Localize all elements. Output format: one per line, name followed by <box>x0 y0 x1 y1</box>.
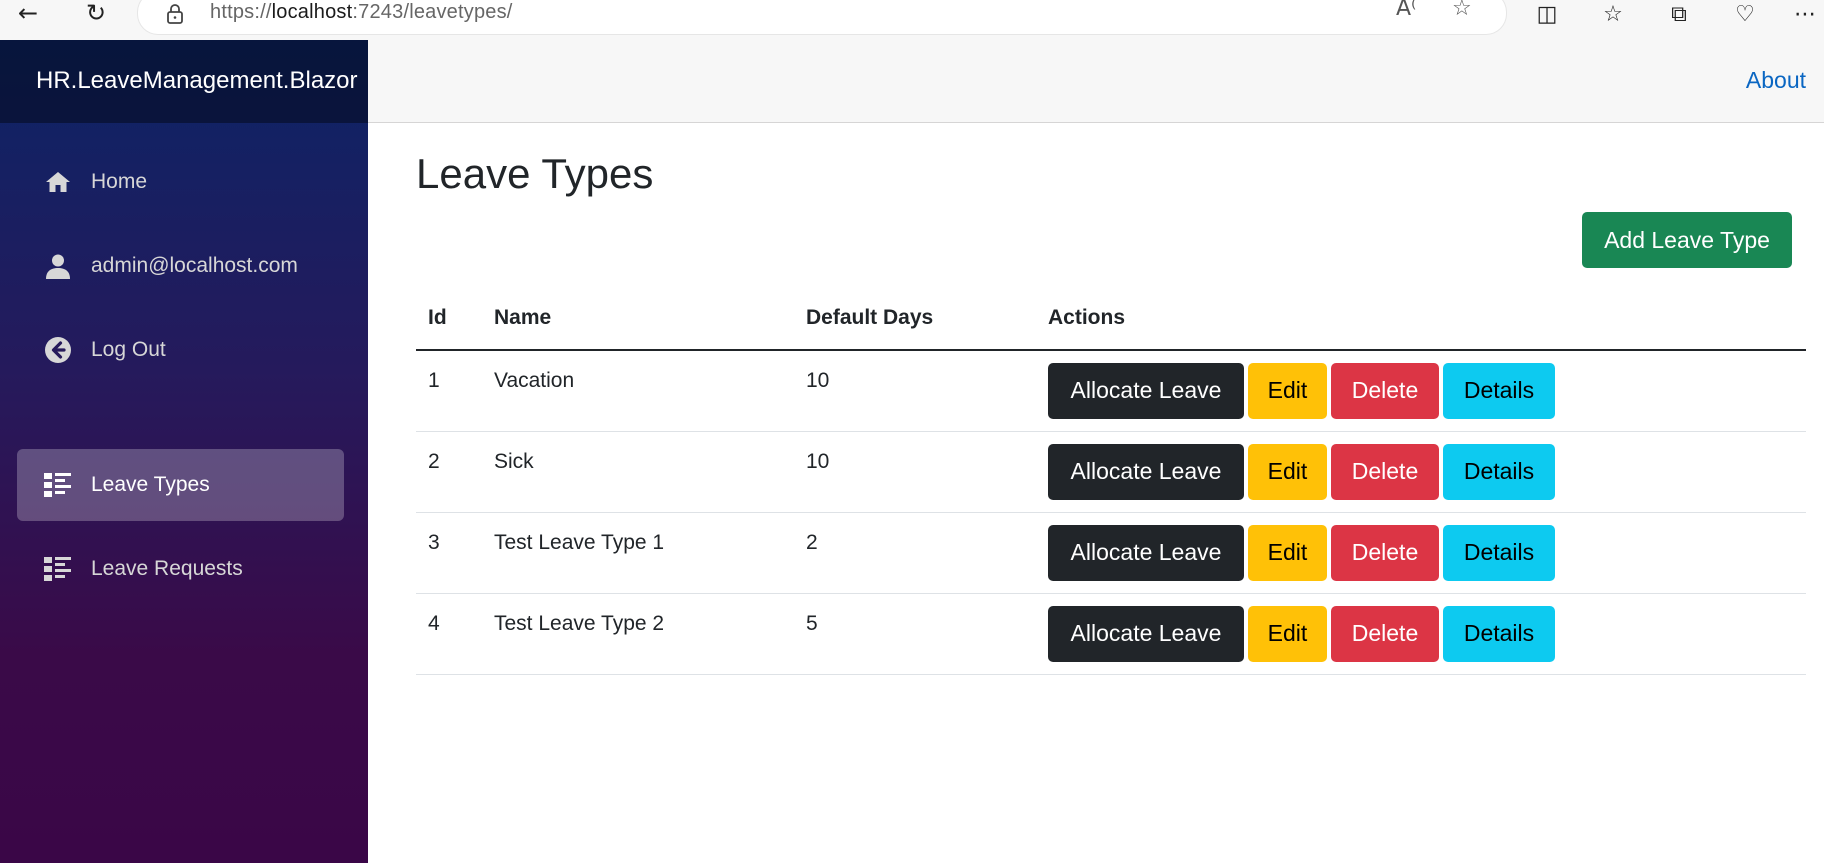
header-actions: Actions <box>1036 286 1806 351</box>
cell-default-days: 2 <box>794 512 1036 594</box>
cell-name: Vacation <box>482 350 794 432</box>
sidebar-item-label: Home <box>91 170 148 193</box>
brand-link[interactable]: HR.LeaveManagement.Blazor <box>36 67 358 95</box>
cell-id: 4 <box>416 593 482 675</box>
sidebar-item-label: Leave Types <box>91 473 210 496</box>
top-row: About <box>368 40 1824 123</box>
sidebar-item-user[interactable]: admin@localhost.com <box>17 230 344 302</box>
table-row: 3 Test Leave Type 1 2 Allocate Leave Edit… <box>416 512 1806 594</box>
details-button[interactable]: Details <box>1443 362 1555 419</box>
table-row: 2 Sick 10 Allocate Leave Edit Delete Detail… <box>416 431 1806 513</box>
sidebar-item-label: Log Out <box>91 338 166 361</box>
cell-name: Test Leave Type 2 <box>482 593 794 675</box>
header-id: Id <box>416 286 482 351</box>
sidebar-item-logout[interactable]: Log Out <box>17 314 344 386</box>
sidebar-item-leave-requests[interactable]: Leave Requests <box>17 533 344 605</box>
sidebar: HR.LeaveManagement.Blazor Home admin@loc… <box>0 40 368 863</box>
person-icon <box>39 253 77 279</box>
browser-essentials-icon[interactable]: ♡ <box>1730 0 1760 28</box>
cell-name: Sick <box>482 431 794 513</box>
split-screen-icon[interactable]: ◫ <box>1532 0 1562 28</box>
sidebar-item-label: Leave Requests <box>91 557 243 580</box>
sidebar-item-leave-types[interactable]: Leave Types <box>17 449 344 521</box>
allocate-leave-button[interactable]: Allocate Leave <box>1048 443 1244 500</box>
arrow-left-circle-icon <box>39 336 77 364</box>
cell-actions: Allocate Leave Edit Delete Details <box>1036 350 1806 432</box>
read-aloud-icon[interactable]: A⁽ <box>1396 0 1416 21</box>
home-icon <box>39 170 77 194</box>
refresh-icon[interactable]: ↻ <box>78 0 114 27</box>
table-row: 1 Vacation 10 Allocate Leave Edit Delete De… <box>416 350 1806 432</box>
page-title: Leave Types <box>416 150 654 197</box>
edit-button[interactable]: Edit <box>1248 443 1327 500</box>
sidebar-item-home[interactable]: Home <box>17 146 344 218</box>
list-rich-icon <box>39 557 77 581</box>
edit-button[interactable]: Edit <box>1248 524 1327 581</box>
list-rich-icon <box>39 473 77 497</box>
allocate-leave-button[interactable]: Allocate Leave <box>1048 362 1244 419</box>
url-text[interactable]: https://localhost:7243/leavetypes/ <box>210 1 513 24</box>
cell-actions: Allocate Leave Edit Delete Details <box>1036 431 1806 513</box>
table-header-row: Id Name Default Days Actions <box>416 286 1806 351</box>
delete-button[interactable]: Delete <box>1331 443 1439 500</box>
cell-default-days: 10 <box>794 350 1036 432</box>
header-name: Name <box>482 286 794 351</box>
lock-icon <box>167 4 183 24</box>
add-leave-type-button[interactable]: Add Leave Type <box>1582 212 1792 268</box>
leave-types-table: Id Name Default Days Actions 1 Vacation … <box>416 286 1806 675</box>
cell-actions: Allocate Leave Edit Delete Details <box>1036 593 1806 675</box>
cell-id: 2 <box>416 431 482 513</box>
cell-default-days: 5 <box>794 593 1036 675</box>
app-root: HR.LeaveManagement.Blazor Home admin@loc… <box>0 40 1824 863</box>
back-icon[interactable]: ← <box>10 0 46 27</box>
more-icon[interactable]: ⋯ <box>1790 0 1820 28</box>
about-link[interactable]: About <box>1746 67 1806 94</box>
favorite-star-icon[interactable]: ☆ <box>1452 0 1472 21</box>
allocate-leave-button[interactable]: Allocate Leave <box>1048 524 1244 581</box>
cell-actions: Allocate Leave Edit Delete Details <box>1036 512 1806 594</box>
cell-default-days: 10 <box>794 431 1036 513</box>
address-bar[interactable]: https://localhost:7243/leavetypes/ A⁽ ☆ <box>138 0 1506 34</box>
edit-button[interactable]: Edit <box>1248 362 1327 419</box>
edit-button[interactable]: Edit <box>1248 605 1327 662</box>
allocate-leave-button[interactable]: Allocate Leave <box>1048 605 1244 662</box>
collections-icon[interactable]: ⧉ <box>1664 0 1694 28</box>
delete-button[interactable]: Delete <box>1331 524 1439 581</box>
header-default-days: Default Days <box>794 286 1036 351</box>
delete-button[interactable]: Delete <box>1331 605 1439 662</box>
sidebar-item-label: admin@localhost.com <box>91 254 298 277</box>
details-button[interactable]: Details <box>1443 443 1555 500</box>
delete-button[interactable]: Delete <box>1331 362 1439 419</box>
favorites-icon[interactable]: ☆ <box>1598 0 1628 28</box>
cell-id: 1 <box>416 350 482 432</box>
cell-name: Test Leave Type 1 <box>482 512 794 594</box>
details-button[interactable]: Details <box>1443 605 1555 662</box>
details-button[interactable]: Details <box>1443 524 1555 581</box>
brand-bar: HR.LeaveManagement.Blazor <box>0 40 368 123</box>
cell-id: 3 <box>416 512 482 594</box>
browser-toolbar: ← ↻ https://localhost:7243/leavetypes/ A… <box>0 0 1824 40</box>
table-row: 4 Test Leave Type 2 5 Allocate Leave Edit… <box>416 593 1806 675</box>
